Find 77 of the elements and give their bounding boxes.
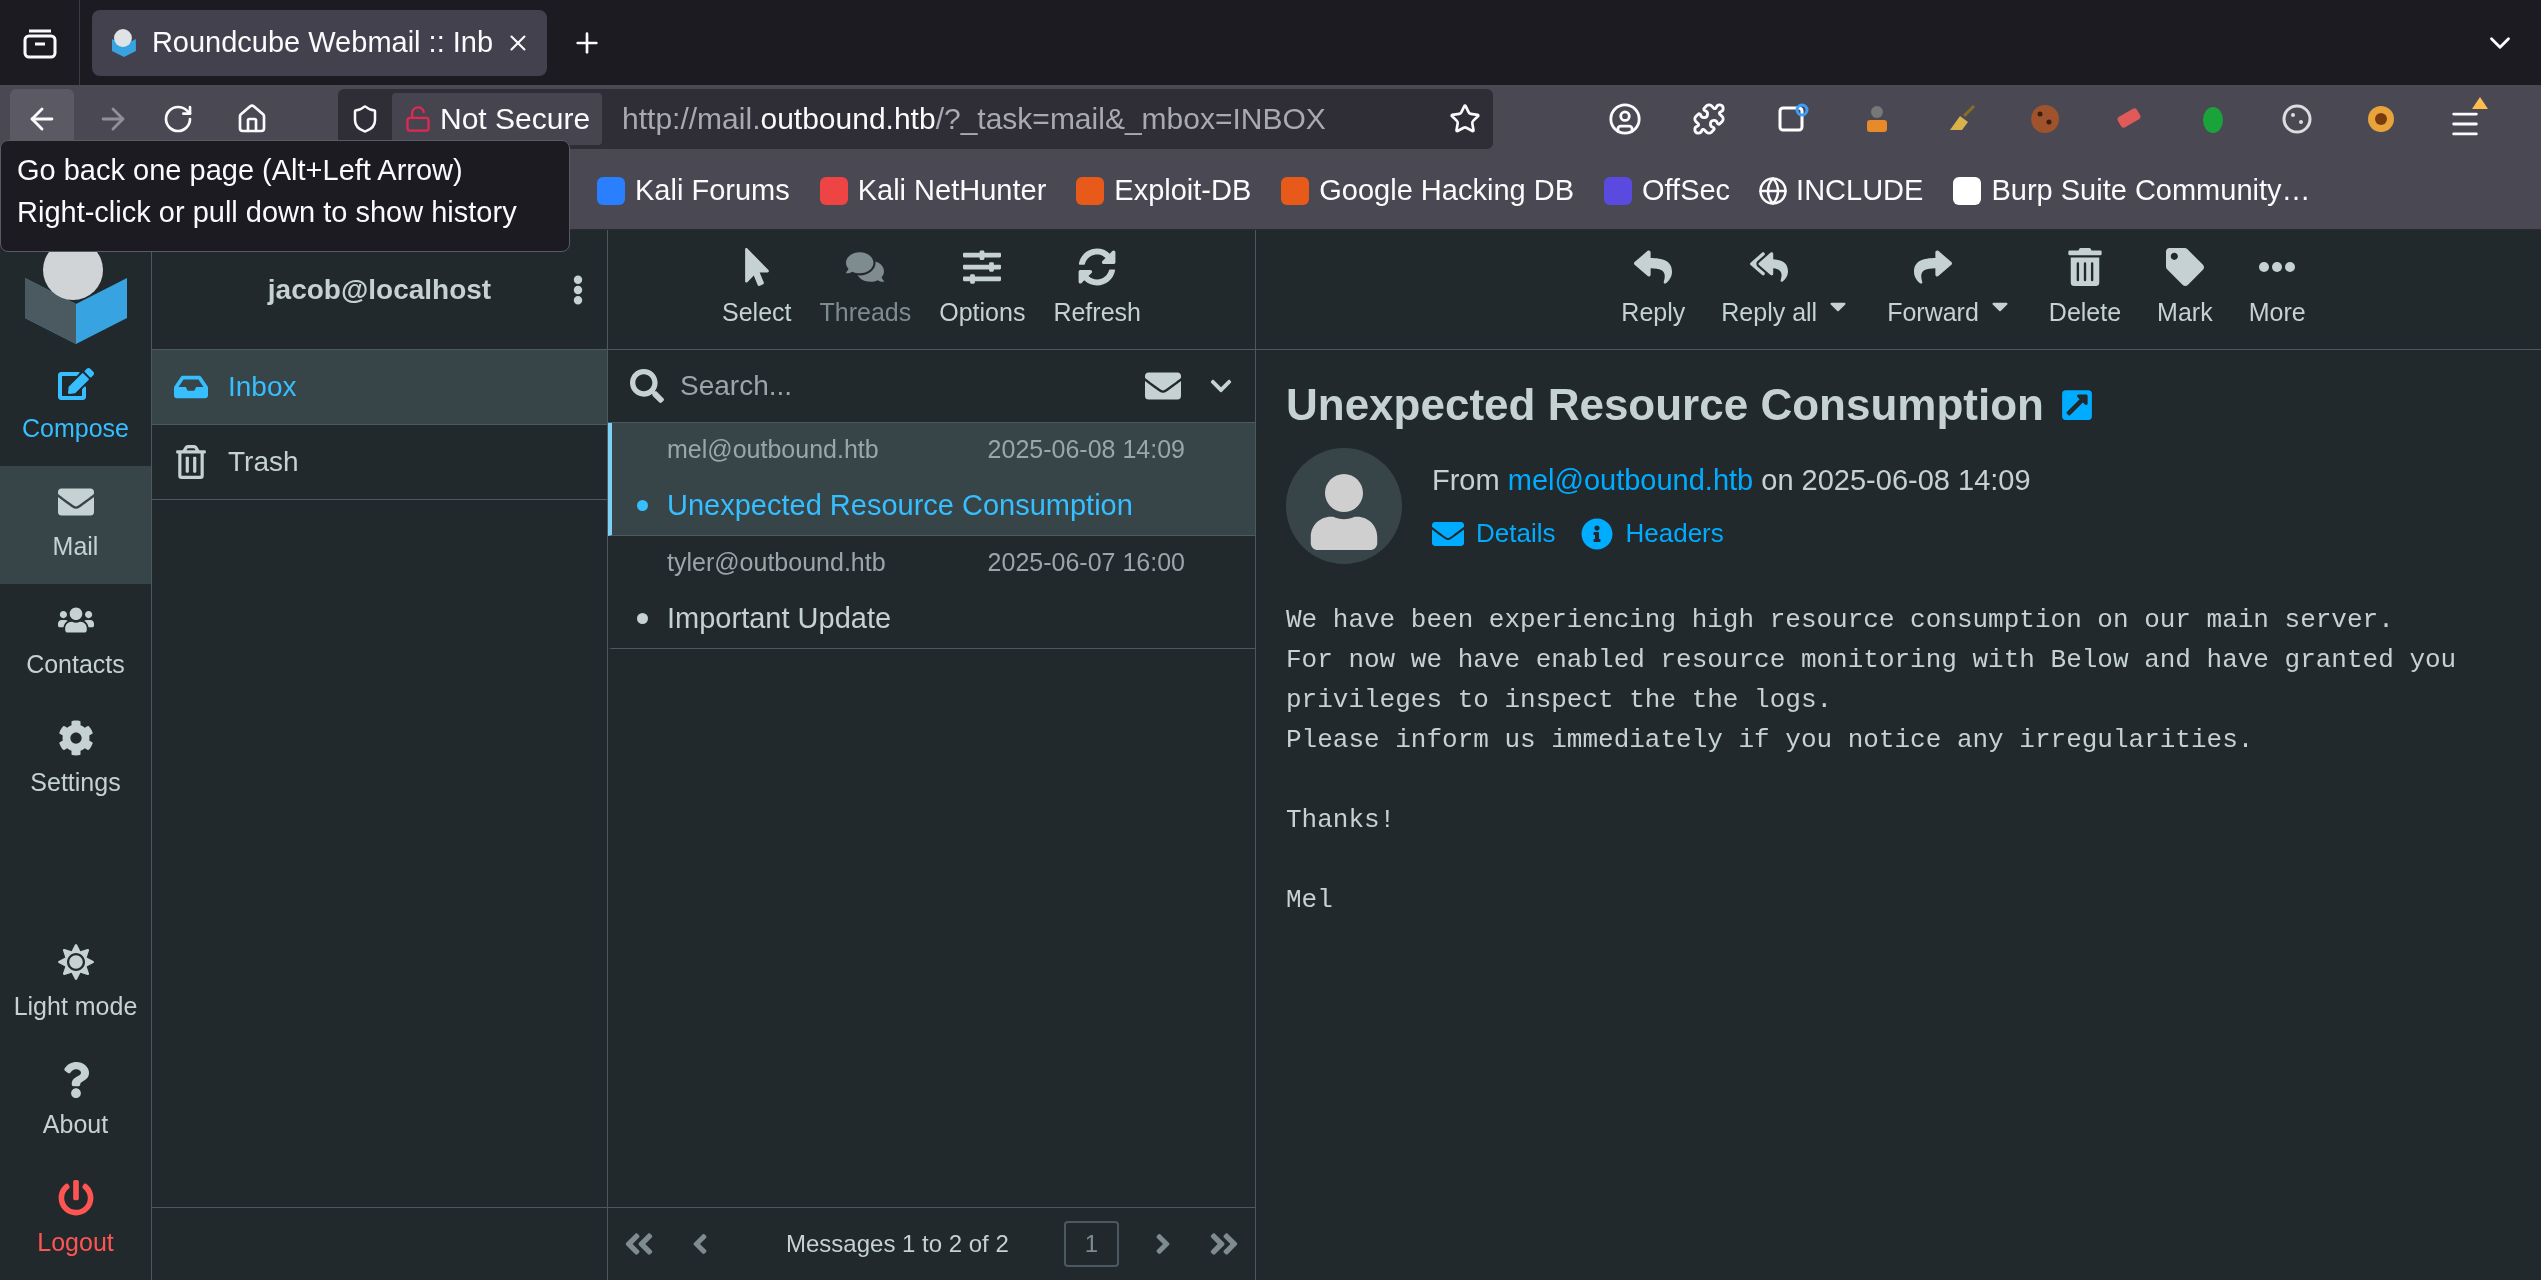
folder-item[interactable]: Trash [152, 425, 607, 500]
toolbar-button[interactable]: Options [939, 247, 1026, 332]
sender-line: From mel@outbound.htb on 2025-06-08 14:09 [1432, 462, 2031, 498]
trash-icon [174, 445, 208, 479]
nav-item[interactable]: Mail [0, 466, 151, 584]
bookmark-item[interactable]: Kali Forums [595, 168, 790, 213]
subject-text: Important Update [667, 601, 892, 636]
nav-item[interactable]: Light mode [0, 926, 151, 1044]
nav-item[interactable]: Contacts [0, 584, 151, 702]
sender-text: mel@outbound.htb [667, 433, 879, 465]
date-text: 2025-06-08 14:09 [987, 433, 1185, 465]
message-count: Messages 1 to 2 of 2 [786, 1229, 1009, 1259]
bookmark-favicon-icon [1074, 174, 1107, 207]
info-icon [1581, 517, 1614, 550]
power-icon [57, 1180, 94, 1217]
edit-icon [57, 366, 94, 403]
security-badge[interactable]: Not Secure [392, 92, 603, 145]
bookmark-favicon-icon [1951, 174, 1984, 207]
refresh-icon [1078, 247, 1117, 286]
bookmark-favicon-icon [595, 174, 627, 207]
bookmark-star-icon[interactable] [1449, 102, 1481, 135]
reply-icon [1634, 247, 1673, 286]
toolbar-button[interactable]: More [2248, 247, 2306, 332]
more-icon [2258, 261, 2297, 272]
address-bar[interactable]: Not Secure http://mail.outbound.htb/?_task=mail&_mbox=INBOX [338, 88, 1493, 149]
tooltip: Go back one page (Alt+Left Arrow) Right-click or pull down to show history [0, 140, 570, 252]
settings-icon [57, 720, 94, 757]
message-row[interactable]: tyler@outbound.htb 2025-06-07 16:00 Important Update [608, 536, 1255, 649]
bookmark-item[interactable]: Burp Suite Community… [1951, 168, 2311, 213]
url-text: http://mail.outbound.htb/?_task=mail&_mbox=INBOX [622, 101, 1327, 137]
sender-link[interactable]: mel@outbound.htb [1507, 463, 1754, 496]
toolbar-button[interactable]: Reply [1621, 247, 1686, 332]
subject-text: Unexpected Resource Consumption [667, 488, 1133, 523]
external-link-icon [2059, 388, 2094, 422]
bookmark-item[interactable]: Google Hacking DB [1279, 168, 1574, 213]
toolbar-button[interactable]: Reply all [1721, 247, 1818, 332]
page-field[interactable]: 1 [1063, 1221, 1119, 1267]
bookmark-item[interactable]: Kali NetHunter [817, 168, 1047, 213]
header-link[interactable]: Details [1432, 514, 1556, 554]
folder-item[interactable]: Inbox [152, 350, 607, 425]
bookmark-favicon-icon [1602, 174, 1634, 207]
toolbar-button[interactable]: Delete [2048, 247, 2122, 332]
nav-item[interactable]: Compose [0, 348, 151, 466]
nav-item[interactable]: About [0, 1044, 151, 1162]
trash-icon [2065, 247, 2104, 286]
nav-item[interactable]: Logout [0, 1162, 151, 1280]
toolbar-button[interactable]: Forward [1887, 247, 1979, 332]
search-field[interactable]: Search... [680, 365, 1129, 407]
browser-tab[interactable]: Roundcube Webmail :: Inb [92, 9, 547, 76]
sliders-icon [963, 247, 1002, 286]
account-name: jacob@localhost [267, 272, 492, 307]
tag-icon [2165, 247, 2204, 286]
sender-text: tyler@outbound.htb [667, 546, 886, 578]
toolbar-button[interactable]: Refresh [1053, 247, 1141, 332]
extensions-icon[interactable] [1692, 101, 1726, 136]
search-icon [630, 369, 664, 403]
bookmark-favicon-icon [1279, 174, 1312, 207]
header-link[interactable]: Headers [1581, 514, 1724, 554]
body-paragraph: Thanks! [1286, 804, 1397, 837]
body-paragraph: We have been experiencing high resource consumption on our main server. For now we have enabled resource monitoring with Below and have granted you privileges to inspect the the logs. Please inform us immediately if you notice any irregularities. [1286, 604, 2458, 757]
bookmark-item[interactable]: INCLUDE [1758, 168, 1924, 213]
home-icon[interactable] [236, 102, 268, 135]
bookmark-item[interactable]: Exploit-DB [1074, 168, 1252, 213]
toolbar-button[interactable]: Select [722, 247, 792, 332]
account-icon[interactable] [1608, 101, 1642, 136]
body-paragraph: Mel [1286, 884, 1334, 917]
nav-item[interactable]: Settings [0, 702, 151, 820]
message-subject: Unexpected Resource Consumption [1286, 379, 2044, 431]
sun-icon [57, 944, 94, 981]
globe-icon [1758, 175, 1789, 206]
bookmark-favicon-icon [817, 174, 850, 207]
bookmark-item[interactable]: OffSec [1602, 168, 1731, 213]
unlocked-icon [404, 104, 432, 133]
date-text: 2025-06-07 16:00 [987, 546, 1185, 578]
toolbar-button[interactable]: Mark [2157, 247, 2213, 332]
message-row[interactable]: mel@outbound.htb 2025-06-08 14:09 Unexpected Resource Consumption [608, 423, 1255, 536]
forward-icon [1914, 247, 1952, 286]
